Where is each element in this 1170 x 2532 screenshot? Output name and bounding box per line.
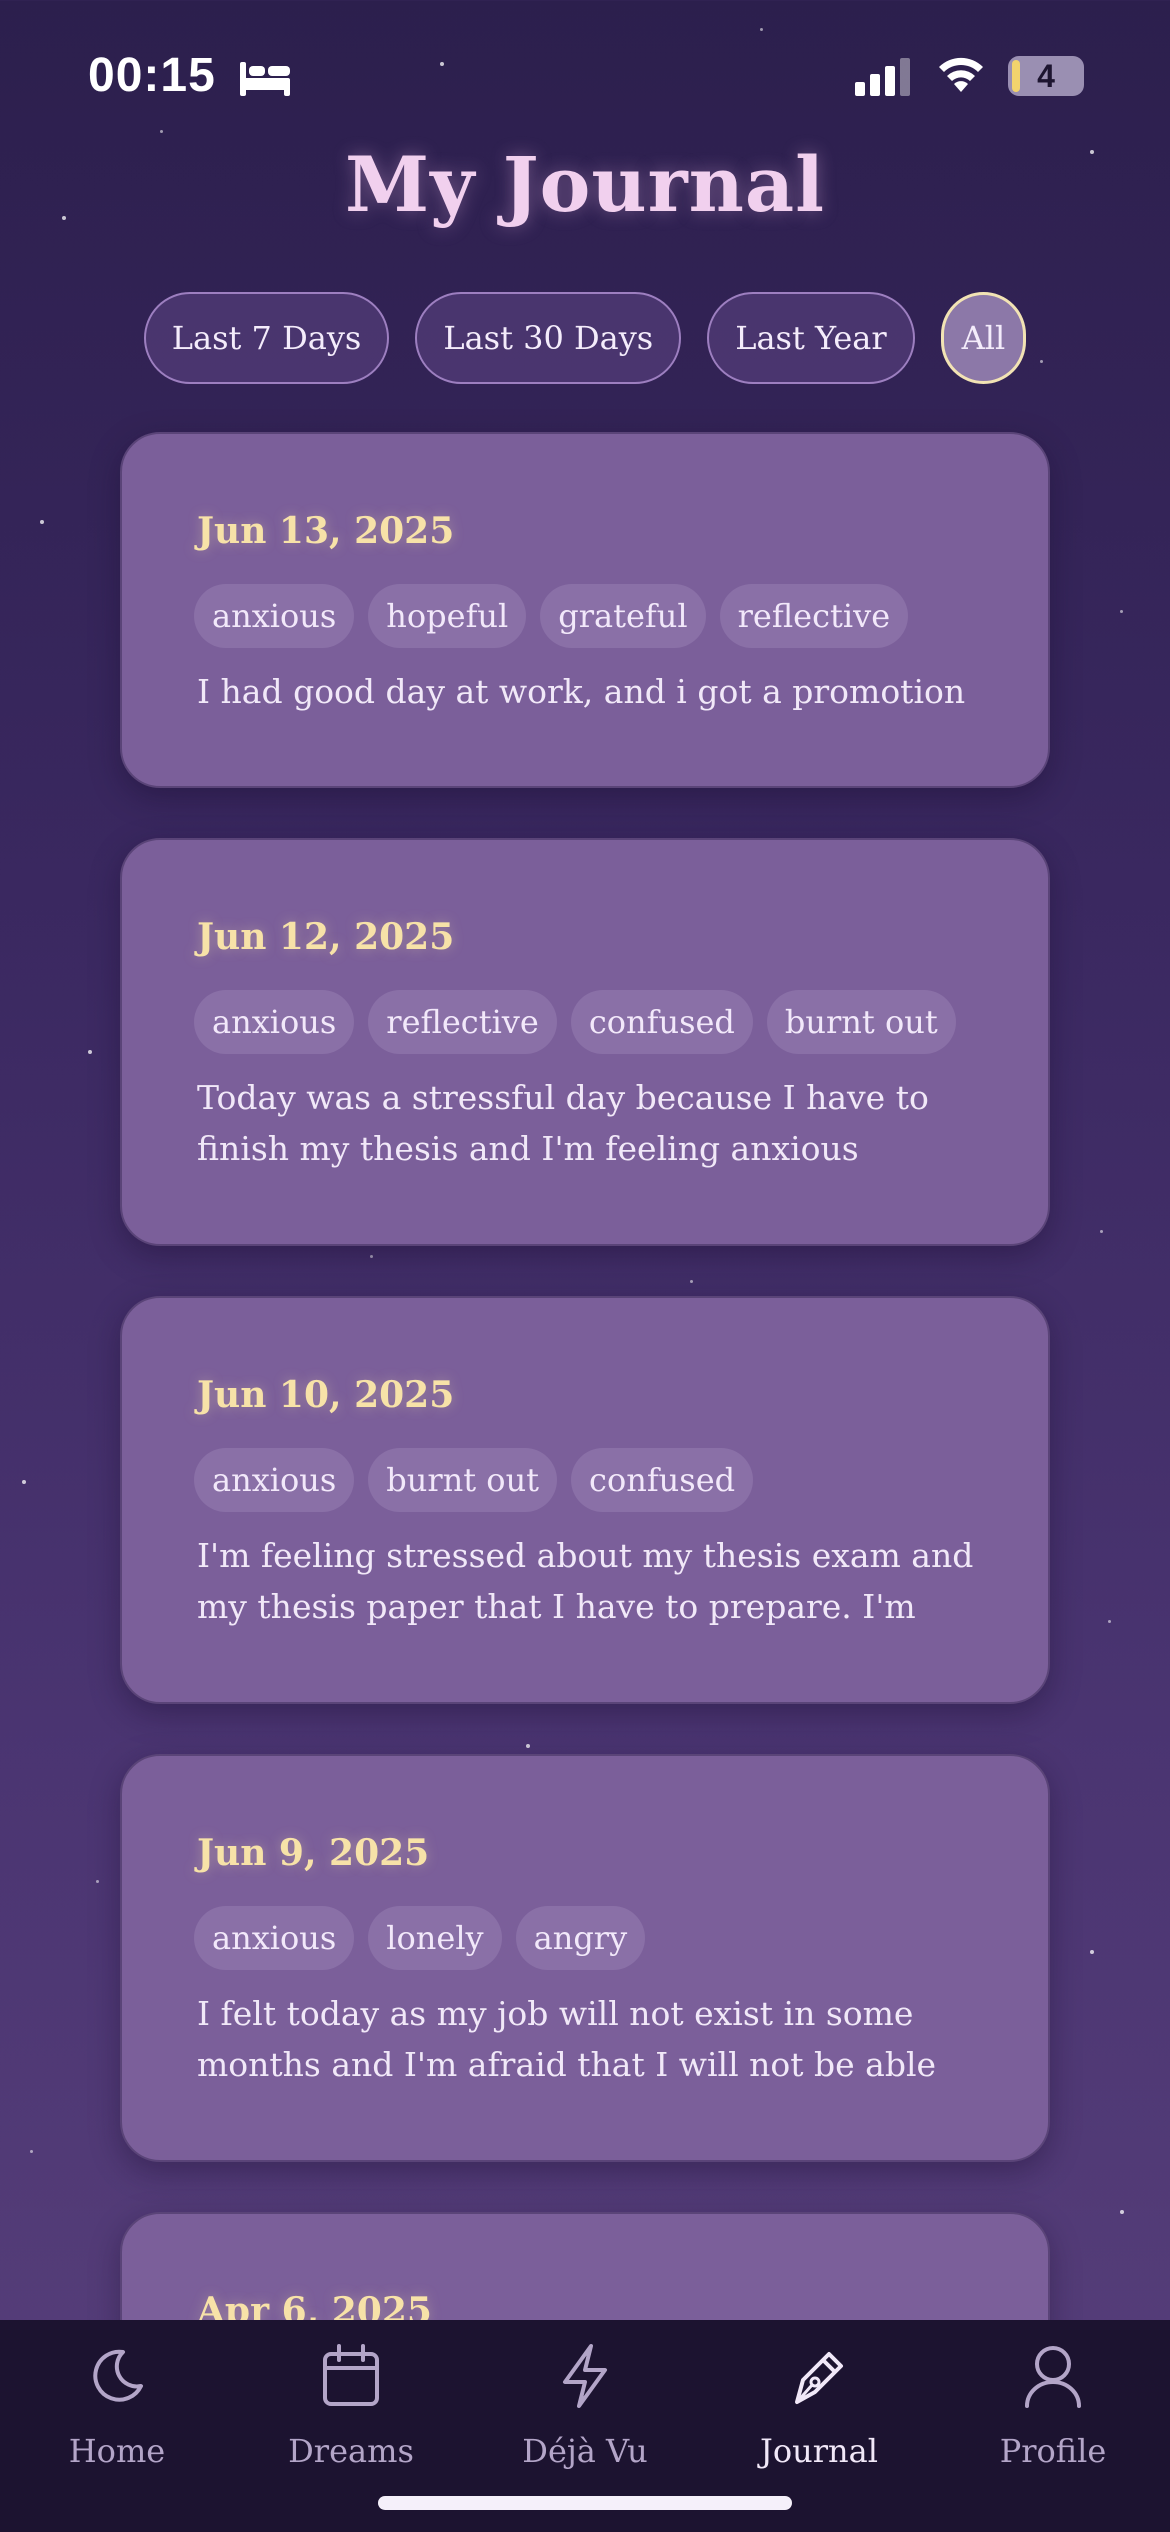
mood-tag: burnt out xyxy=(368,1448,558,1512)
mood-tag: hopeful xyxy=(368,584,527,648)
battery-icon: 4 xyxy=(1008,56,1084,96)
entry-date: Jun 13, 2025 xyxy=(197,510,455,552)
mood-tag: anxious xyxy=(194,1906,355,1970)
entry-tags: anxious lonely angry xyxy=(194,1906,646,1970)
mood-tag: anxious xyxy=(194,990,355,1054)
filter-last-7-days[interactable]: Last 7 Days xyxy=(143,292,390,384)
entry-tags: anxious reflective confused burnt out xyxy=(194,990,956,1054)
mood-tag: anxious xyxy=(194,1448,355,1512)
battery-level: 4 xyxy=(1037,57,1055,94)
entry-date: Jun 10, 2025 xyxy=(197,1374,455,1416)
bottom-tab-bar: Home Dreams Déjà Vu Journal Profile xyxy=(0,2320,1170,2532)
mood-tag: reflective xyxy=(719,584,909,648)
filter-last-30-days[interactable]: Last 30 Days xyxy=(415,292,682,384)
status-time: 00:15 xyxy=(88,49,216,102)
entry-tags: anxious burnt out confused xyxy=(194,1448,754,1512)
journal-entry-card[interactable]: Jun 13, 2025 anxious hopeful grateful re… xyxy=(120,432,1050,788)
entry-tags: anxious hopeful grateful reflective xyxy=(194,584,909,648)
tab-dreams-label: Dreams xyxy=(288,2432,414,2470)
date-filter-bar: Last 7 Days Last 30 Days Last Year All xyxy=(0,292,1170,384)
moon-icon xyxy=(93,2349,143,2402)
journal-entry-card[interactable]: Jun 9, 2025 anxious lonely angry I felt … xyxy=(120,1754,1050,2162)
signal-icon xyxy=(855,58,910,96)
entry-date: Jun 12, 2025 xyxy=(197,916,455,958)
tab-home[interactable]: Home xyxy=(0,2320,234,2532)
entry-preview: I had good day at work, and i got a prom… xyxy=(197,672,966,711)
tab-profile[interactable]: Profile xyxy=(936,2320,1170,2532)
status-bar: 00:15 4 xyxy=(0,0,1170,150)
tab-profile-label: Profile xyxy=(999,2432,1107,2470)
person-icon xyxy=(1025,2346,1081,2408)
page-title: My Journal xyxy=(344,140,826,229)
mood-tag: anxious xyxy=(194,584,355,648)
home-indicator[interactable] xyxy=(378,2496,792,2510)
tab-deja-vu-label: Déjà Vu xyxy=(522,2432,648,2470)
tab-journal-label: Journal xyxy=(760,2432,878,2470)
filter-last-year[interactable]: Last Year xyxy=(707,292,915,384)
mood-tag: grateful xyxy=(540,584,706,648)
mood-tag: angry xyxy=(515,1906,646,1970)
mood-tag: lonely xyxy=(368,1906,502,1970)
entry-preview: I felt today as my job will not exist in… xyxy=(197,1994,937,2084)
filter-all[interactable]: All xyxy=(940,292,1027,384)
bed-icon xyxy=(240,62,290,96)
mood-tag: burnt out xyxy=(766,990,956,1054)
journal-entry-card[interactable]: Jun 10, 2025 anxious burnt out confused … xyxy=(120,1296,1050,1704)
calendar-icon xyxy=(323,2344,379,2406)
entry-preview: Today was a stressful day because I have… xyxy=(197,1078,929,1168)
journal-entry-card[interactable]: Jun 12, 2025 anxious reflective confused… xyxy=(120,838,1050,1246)
mood-tag: confused xyxy=(571,1448,754,1512)
lightning-icon xyxy=(563,2344,607,2408)
wifi-icon xyxy=(939,57,983,92)
mood-tag: reflective xyxy=(368,990,557,1054)
mood-tag: confused xyxy=(570,990,753,1054)
entry-preview: I'm feeling stressed about my thesis exa… xyxy=(197,1536,974,1626)
entry-date: Jun 9, 2025 xyxy=(197,1832,430,1874)
tab-home-label: Home xyxy=(68,2432,166,2470)
pen-icon xyxy=(795,2352,843,2404)
